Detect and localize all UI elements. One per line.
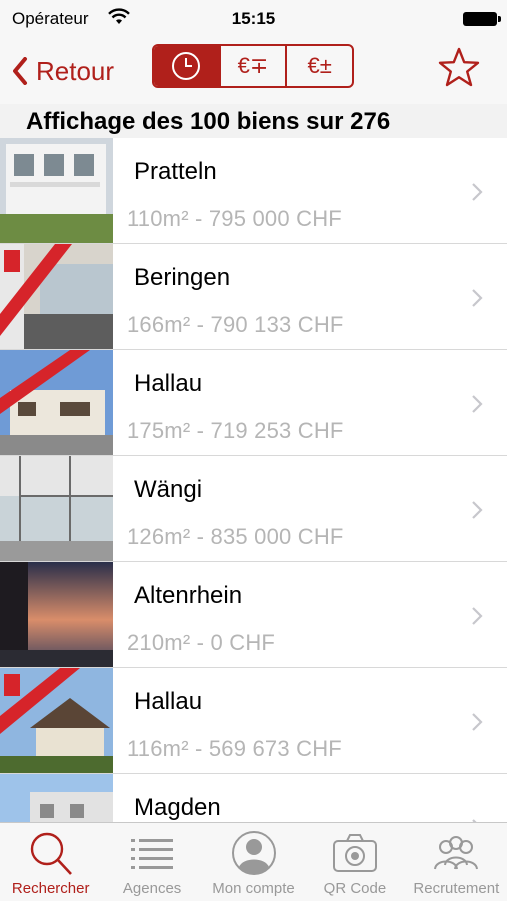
- people-icon: [434, 836, 479, 870]
- property-photo: [0, 456, 113, 561]
- property-photo: [0, 668, 113, 773]
- listing-city: Altenrhein: [134, 582, 243, 609]
- tab-bar: Rechercher Agences Mon compte QR Code Re…: [0, 822, 507, 901]
- tab-label: Recrutement: [413, 880, 500, 897]
- camera-icon: [332, 834, 377, 872]
- results-count-label: Affichage des 100 biens sur 276: [26, 108, 391, 135]
- tab-agences[interactable]: Agences: [101, 823, 202, 901]
- listing-details: 116m² - 569 673 CHF: [127, 736, 342, 761]
- listing-details: 126m² - 835 000 CHF: [127, 524, 344, 549]
- chevron-right-icon: [472, 395, 483, 413]
- property-photo: [0, 562, 113, 667]
- list-item[interactable]: Altenrhein 210m² - 0 CHF: [0, 562, 507, 668]
- tab-rechercher[interactable]: Rechercher: [0, 823, 101, 901]
- chevron-right-icon: [472, 607, 483, 625]
- price-descending-label: €∓: [237, 53, 269, 78]
- list-item[interactable]: Wängi 126m² - 835 000 CHF: [0, 456, 507, 562]
- list-icon: [131, 839, 174, 869]
- property-photo: [0, 774, 113, 822]
- sort-price-descending-segment[interactable]: €∓: [218, 46, 286, 86]
- listing-city: Hallau: [134, 688, 203, 715]
- chevron-right-icon: [472, 183, 483, 201]
- listing-city: Wängi: [134, 476, 203, 503]
- back-label: Retour: [36, 55, 115, 86]
- status-bar: Opérateur 15:15: [0, 0, 507, 38]
- chevron-right-icon: [472, 501, 483, 519]
- chevron-right-icon: [472, 289, 483, 307]
- navigation-bar: Retour €∓ €±: [0, 38, 507, 105]
- listing-city: Magden: [134, 794, 221, 821]
- listing-city: Hallau: [134, 370, 203, 397]
- list-item[interactable]: Magden: [0, 774, 507, 822]
- property-photo: [0, 350, 113, 455]
- tab-mon-compte[interactable]: Mon compte: [203, 823, 304, 901]
- clock-time: 15:15: [231, 9, 276, 28]
- star-icon[interactable]: [437, 46, 481, 88]
- sort-segmented-control: €∓ €±: [152, 44, 354, 88]
- chevron-left-icon: [13, 57, 27, 85]
- tab-label: Rechercher: [11, 880, 90, 897]
- sort-by-date-segment[interactable]: [154, 46, 219, 86]
- chevron-right-icon: [472, 713, 483, 731]
- tab-label: Mon compte: [212, 880, 295, 897]
- property-photo: [0, 138, 113, 243]
- listing-details: 166m² - 790 133 CHF: [127, 312, 344, 337]
- tab-label: QR Code: [323, 880, 387, 897]
- list-item[interactable]: Pratteln 110m² - 795 000 CHF: [0, 138, 507, 244]
- account-icon: [231, 831, 276, 875]
- battery-icon: [463, 12, 501, 26]
- clock-icon: [172, 52, 201, 80]
- list-item[interactable]: Beringen 166m² - 790 133 CHF: [0, 244, 507, 350]
- sort-price-ascending-segment[interactable]: €±: [285, 46, 352, 86]
- tab-qr-code[interactable]: QR Code: [304, 823, 405, 901]
- list-item[interactable]: Hallau 175m² - 719 253 CHF: [0, 350, 507, 456]
- listing-details: 110m² - 795 000 CHF: [127, 206, 342, 231]
- listing-city: Pratteln: [134, 158, 217, 185]
- search-icon: [30, 832, 72, 875]
- listing-details: 210m² - 0 CHF: [127, 630, 276, 655]
- listing-city: Beringen: [134, 264, 231, 291]
- listing-details: 175m² - 719 253 CHF: [127, 418, 344, 443]
- tab-label: Agences: [122, 880, 182, 897]
- back-button[interactable]: Retour: [12, 54, 114, 88]
- tab-recrutement[interactable]: Recrutement: [406, 823, 507, 901]
- results-header: Affichage des 100 biens sur 276: [0, 104, 507, 138]
- listings-list: Pratteln 110m² - 795 000 CHF Beringen 16…: [0, 138, 507, 822]
- price-ascending-label: €±: [307, 53, 332, 78]
- property-photo: [0, 244, 113, 349]
- list-item[interactable]: Hallau 116m² - 569 673 CHF: [0, 668, 507, 774]
